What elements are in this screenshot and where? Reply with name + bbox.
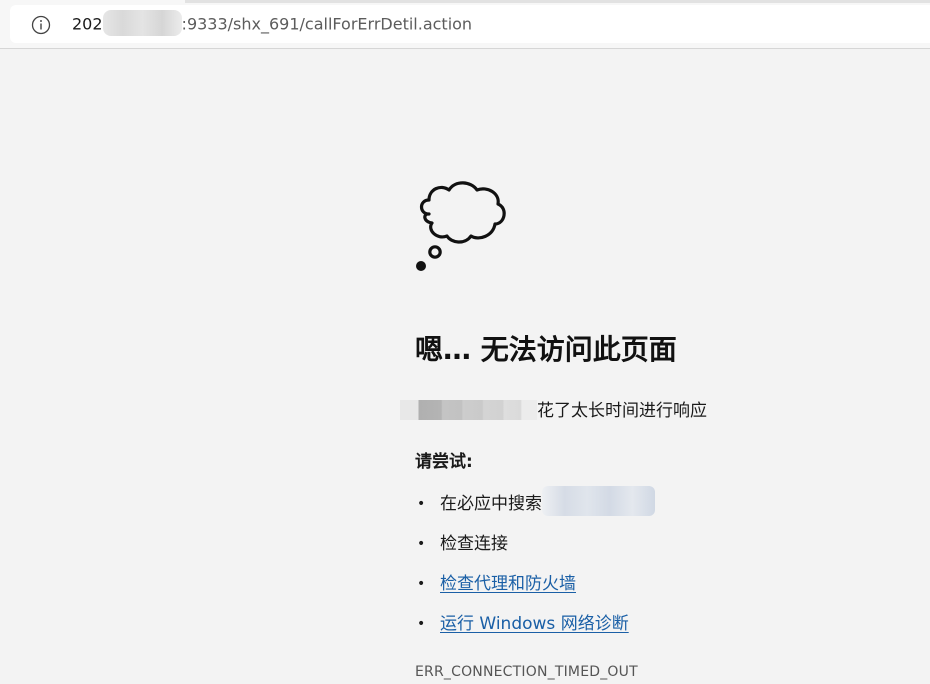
error-code: ERR_CONNECTION_TIMED_OUT: [415, 664, 638, 680]
bullet: •: [417, 496, 426, 512]
suggestion-search-bing: • 在必应中搜索: [415, 486, 655, 532]
redacted-search-link[interactable]: [542, 486, 655, 516]
check-proxy-firewall-link[interactable]: 检查代理和防火墙: [440, 574, 576, 594]
bullet: •: [417, 576, 426, 592]
address-bar: 202 :9333/shx_691/callForErrDetil.action: [0, 0, 930, 49]
try-heading: 请尝试:: [415, 452, 473, 472]
thought-cloud-icon: [416, 181, 506, 271]
url-text[interactable]: 202 :9333/shx_691/callForErrDetil.action: [72, 10, 473, 36]
url-prefix: 202: [72, 14, 103, 34]
bullet: •: [417, 536, 426, 552]
network-diagnostics-link[interactable]: 运行 Windows 网络诊断: [440, 614, 629, 634]
suggestion-text: 检查连接: [440, 534, 508, 554]
tab-strip-edge: [185, 0, 930, 3]
url-field[interactable]: 202 :9333/shx_691/callForErrDetil.action: [10, 5, 930, 43]
error-message: 花了太长时间进行响应: [400, 399, 707, 423]
bullet: •: [417, 616, 426, 632]
error-message-text: 花了太长时间进行响应: [537, 401, 707, 421]
suggestion-network-diagnostics: • 运行 Windows 网络诊断: [415, 612, 655, 652]
suggestion-list: • 在必应中搜索 • 检查连接 • 检查代理和防火墙 • 运行 Windows …: [415, 486, 655, 652]
redacted-host: [102, 10, 182, 36]
suggestion-check-proxy: • 检查代理和防火墙: [415, 572, 655, 612]
info-circle-icon[interactable]: [31, 15, 51, 35]
url-suffix: :9333/shx_691/callForErrDetil.action: [181, 14, 473, 34]
redacted-host: [400, 399, 537, 420]
suggestion-text: 在必应中搜索: [440, 494, 542, 514]
suggestion-check-connection: • 检查连接: [415, 532, 655, 572]
page-title: 嗯… 无法访问此页面: [415, 333, 677, 366]
